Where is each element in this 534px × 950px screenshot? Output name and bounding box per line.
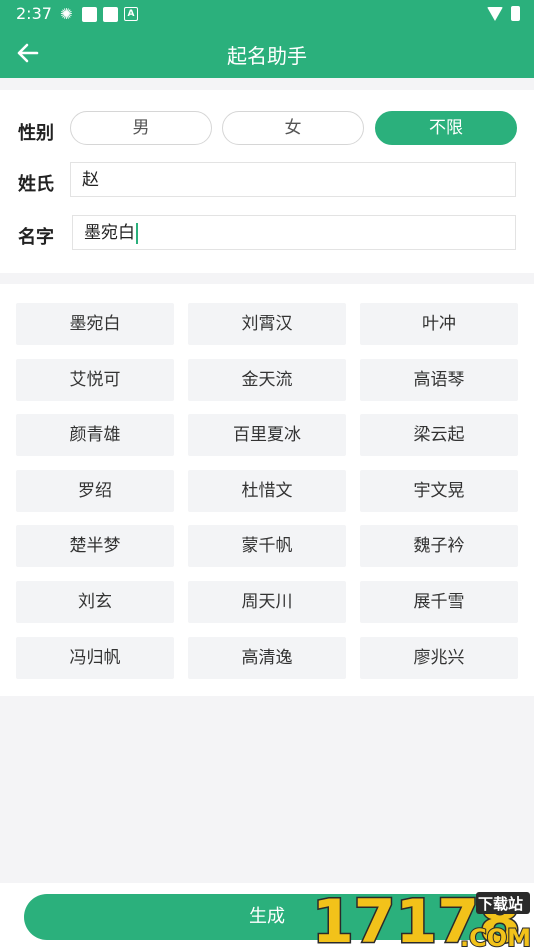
gender-option-female[interactable]: 女 — [222, 111, 364, 145]
gender-option-any[interactable]: 不限 — [375, 111, 517, 145]
status-bar: 2:37 ✺ A — [0, 0, 534, 28]
name-chip[interactable]: 艾悦可 — [16, 359, 174, 401]
name-chip[interactable]: 梁云起 — [360, 414, 518, 456]
wifi-icon — [487, 6, 503, 21]
status-system-icons — [487, 6, 520, 21]
name-chip[interactable]: 蒙千帆 — [188, 525, 346, 567]
name-chip[interactable]: 金天流 — [188, 359, 346, 401]
gender-option-male[interactable]: 男 — [70, 111, 212, 145]
name-results-grid: 墨宛白 刘霄汉 叶冲 艾悦可 金天流 高语琴 颜青雄 百里夏冰 梁云起 罗绍 杜… — [0, 284, 534, 696]
settings-icon: ✺ — [60, 5, 73, 23]
name-form: 性别 男 女 不限 姓氏 赵 名字 墨宛白 — [0, 90, 534, 273]
surname-field[interactable]: 赵 — [70, 162, 516, 197]
name-chip[interactable]: 宇文晃 — [360, 470, 518, 512]
surname-value: 赵 — [82, 170, 99, 190]
name-chip[interactable]: 杜惜文 — [188, 470, 346, 512]
given-name-label: 名字 — [18, 227, 54, 248]
name-chip[interactable]: 周天川 — [188, 581, 346, 623]
name-chip[interactable]: 颜青雄 — [16, 414, 174, 456]
name-chip[interactable]: 刘霄汉 — [188, 303, 346, 345]
name-chip[interactable]: 叶冲 — [360, 303, 518, 345]
name-chip[interactable]: 百里夏冰 — [188, 414, 346, 456]
name-chip[interactable]: 罗绍 — [16, 470, 174, 512]
name-chip[interactable]: 墨宛白 — [16, 303, 174, 345]
gender-label: 性别 — [18, 123, 54, 144]
status-time: 2:37 — [16, 4, 52, 23]
text-cursor — [136, 222, 138, 244]
status-notification-icons: ✺ A — [60, 6, 138, 22]
notification-icon — [82, 6, 97, 22]
watermark-logo: 17178 下载站 .COM — [311, 888, 533, 950]
given-name-value: 墨宛白 — [84, 223, 135, 243]
name-chip[interactable]: 楚半梦 — [16, 525, 174, 567]
watermark-tag: 下载站 — [478, 895, 523, 913]
name-chip[interactable]: 刘玄 — [16, 581, 174, 623]
watermark-domain: .COM — [460, 924, 531, 950]
name-chip[interactable]: 展千雪 — [360, 581, 518, 623]
surname-label: 姓氏 — [18, 174, 54, 195]
battery-icon — [511, 6, 520, 21]
name-chip[interactable]: 高语琴 — [360, 359, 518, 401]
name-chip[interactable]: 高清逸 — [188, 637, 346, 679]
notification-icon — [103, 6, 118, 22]
app-bar: 起名助手 — [0, 28, 534, 78]
given-name-field[interactable]: 墨宛白 — [72, 215, 516, 250]
accessibility-icon: A — [124, 7, 138, 21]
name-chip[interactable]: 廖兆兴 — [360, 637, 518, 679]
page-title: 起名助手 — [227, 44, 307, 68]
name-chip[interactable]: 魏子衿 — [360, 525, 518, 567]
name-chip[interactable]: 冯归帆 — [16, 637, 174, 679]
